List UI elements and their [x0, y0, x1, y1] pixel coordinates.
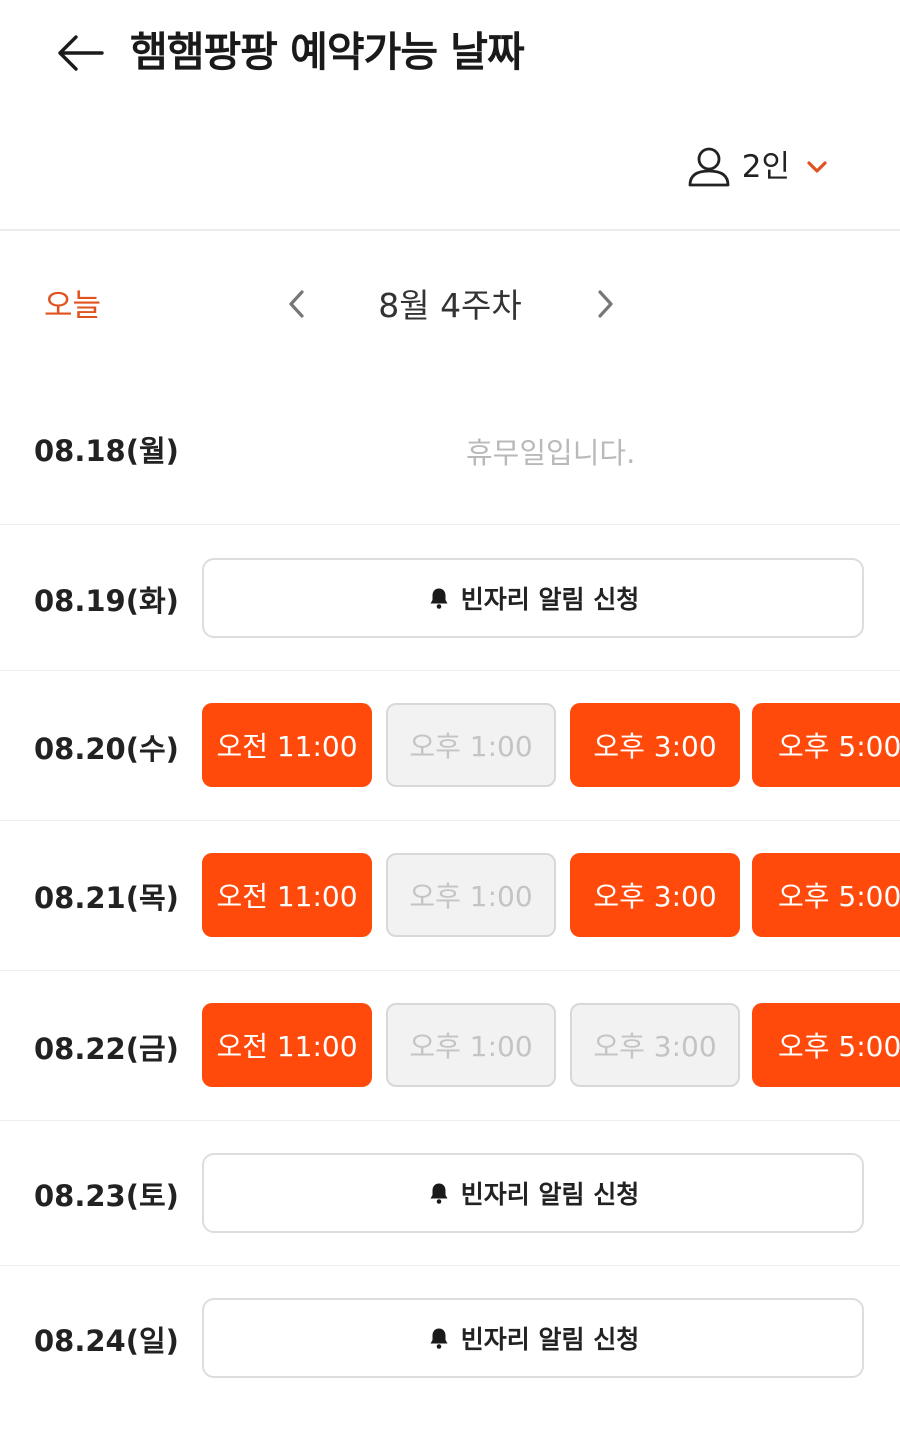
- previous-week-button[interactable]: [280, 284, 314, 324]
- person-icon: [688, 147, 730, 187]
- page-title: 햄햄팡팡 예약가능 날짜: [130, 28, 525, 76]
- time-slot-button[interactable]: 오후 5:00: [752, 1003, 900, 1087]
- vacancy-alert-label: 빈자리 알림 신청: [460, 1180, 640, 1209]
- next-week-button[interactable]: [588, 284, 622, 324]
- vacancy-alert-button[interactable]: 빈자리 알림 신청: [202, 1298, 864, 1378]
- back-button[interactable]: [52, 30, 108, 76]
- row-divider: [0, 670, 900, 671]
- row-divider: [0, 820, 900, 821]
- day-date: 08.22(금): [34, 1032, 179, 1066]
- day-date: 08.20(수): [34, 732, 179, 766]
- chevron-left-icon: [289, 290, 304, 318]
- chevron-down-icon: [807, 161, 827, 173]
- header: 햄햄팡팡 예약가능 날짜: [0, 0, 900, 110]
- time-slot-button-disabled: 오후 1:00: [386, 853, 556, 937]
- today-button[interactable]: 오늘: [44, 280, 101, 325]
- bell-icon: [430, 1183, 448, 1204]
- row-divider: [0, 1120, 900, 1121]
- week-navigation: 오늘 8월 4주차: [0, 262, 900, 342]
- arrow-left-icon: [58, 35, 104, 71]
- week-label: 8월 4주차: [378, 286, 522, 325]
- day-date: 08.24(일): [34, 1324, 179, 1358]
- time-slot-button[interactable]: 오후 3:00: [570, 853, 740, 937]
- time-slot-button[interactable]: 오후 5:00: [752, 703, 900, 787]
- day-date: 08.21(목): [34, 881, 179, 915]
- divider: [0, 229, 900, 231]
- time-slot-button[interactable]: 오전 11:00: [202, 1003, 372, 1087]
- day-date: 08.18(월): [34, 434, 179, 468]
- time-slot-button[interactable]: 오후 5:00: [752, 853, 900, 937]
- vacancy-alert-label: 빈자리 알림 신청: [460, 585, 640, 614]
- time-slot-button[interactable]: 오후 3:00: [570, 703, 740, 787]
- time-slot-button[interactable]: 오전 11:00: [202, 703, 372, 787]
- row-divider: [0, 970, 900, 971]
- row-divider: [0, 1265, 900, 1266]
- day-date: 08.19(화): [34, 584, 179, 618]
- chevron-right-icon: [598, 290, 613, 318]
- party-size-selector[interactable]: 2인: [686, 144, 830, 190]
- time-slot-button-disabled: 오후 1:00: [386, 1003, 556, 1087]
- row-divider: [0, 524, 900, 525]
- closed-notice: 휴무일입니다.: [466, 436, 636, 470]
- time-slot-button[interactable]: 오전 11:00: [202, 853, 372, 937]
- vacancy-alert-button[interactable]: 빈자리 알림 신청: [202, 558, 864, 638]
- bell-icon: [430, 1328, 448, 1349]
- vacancy-alert-button[interactable]: 빈자리 알림 신청: [202, 1153, 864, 1233]
- time-slot-button-disabled: 오후 3:00: [570, 1003, 740, 1087]
- party-size-label: 2인: [741, 149, 790, 185]
- time-slot-button-disabled: 오후 1:00: [386, 703, 556, 787]
- vacancy-alert-label: 빈자리 알림 신청: [460, 1325, 640, 1354]
- day-date: 08.23(토): [34, 1179, 179, 1213]
- bell-icon: [430, 588, 448, 609]
